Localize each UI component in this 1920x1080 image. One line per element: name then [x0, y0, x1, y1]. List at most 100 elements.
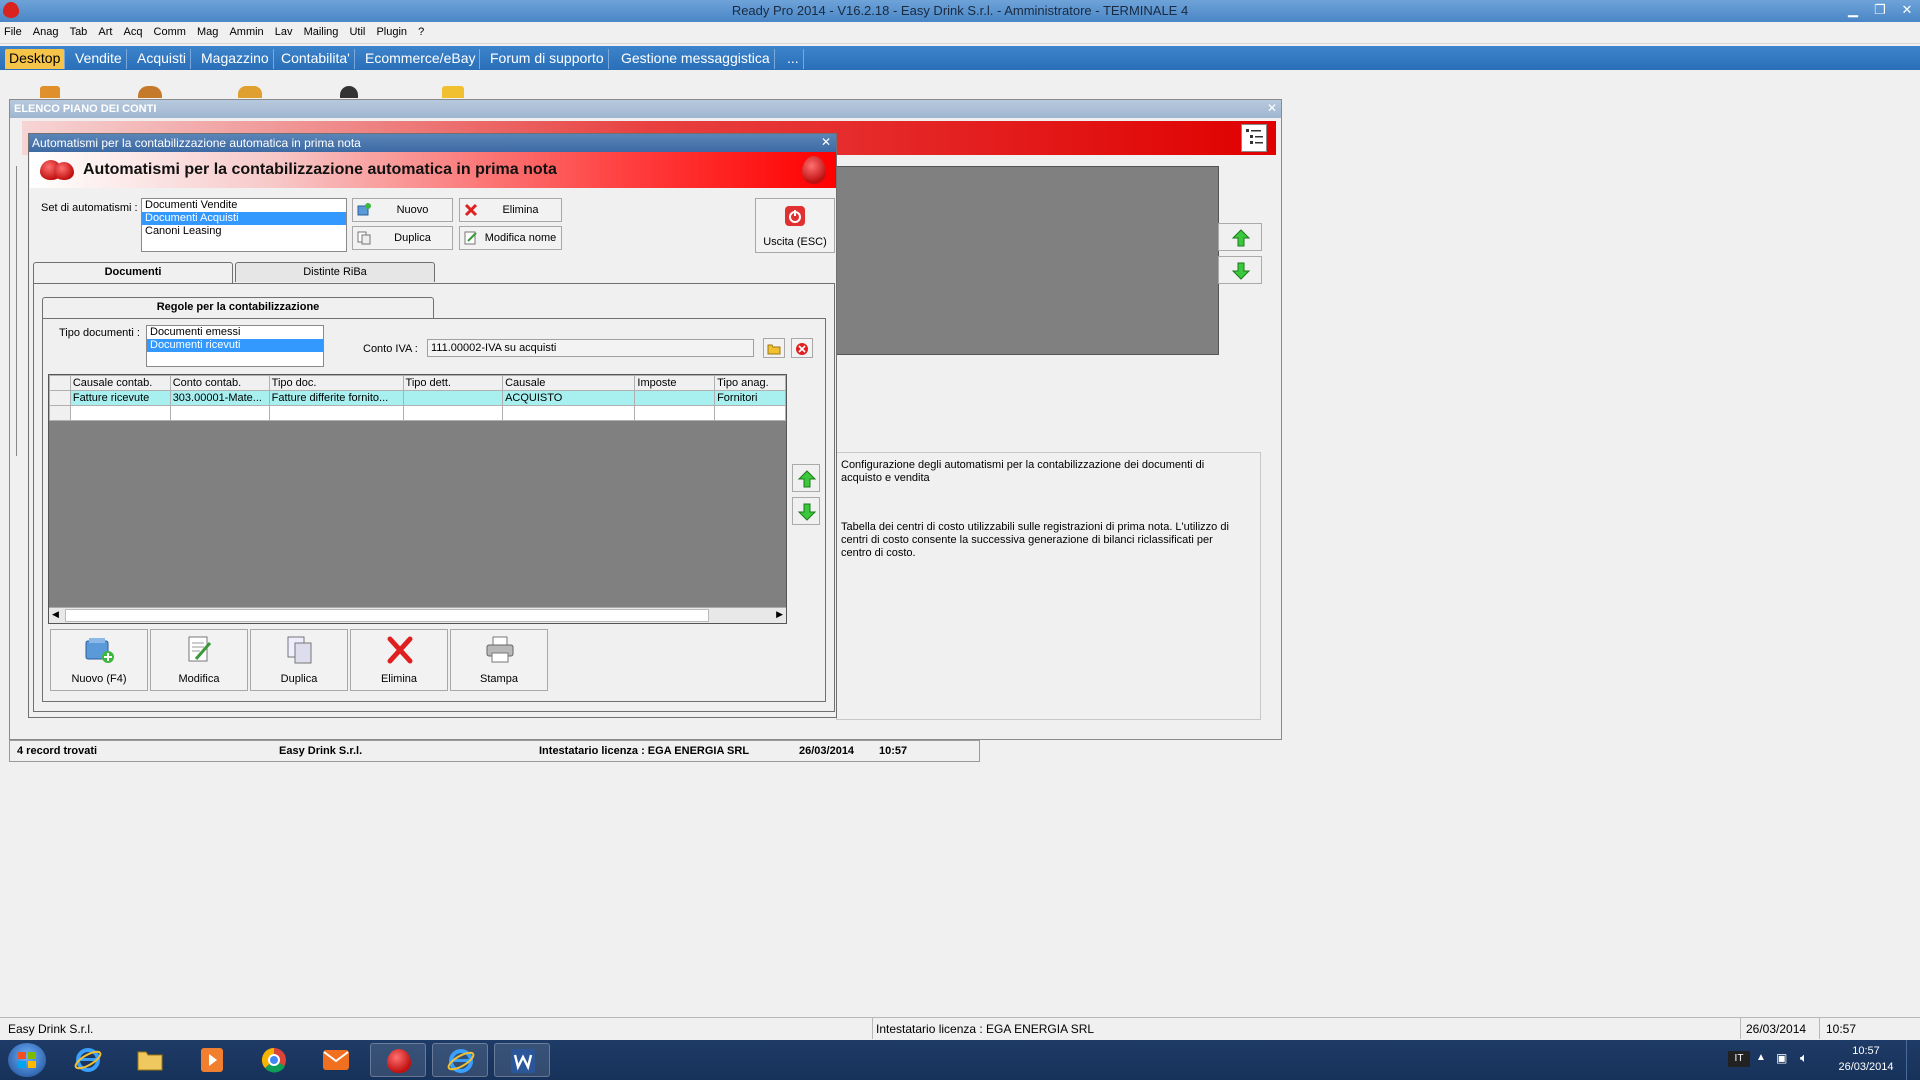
- language-indicator[interactable]: IT: [1728, 1051, 1750, 1067]
- col-tipo-dett[interactable]: Tipo dett.: [402, 375, 504, 391]
- tray-expand-icon[interactable]: ▲: [1756, 1052, 1766, 1063]
- row-selector[interactable]: [49, 390, 71, 406]
- nav-forum[interactable]: Forum di supporto: [486, 49, 609, 69]
- ready-pro-taskbar-button[interactable]: [370, 1043, 426, 1077]
- internet-explorer-taskbar-button[interactable]: [60, 1043, 116, 1077]
- bg-move-down-button[interactable]: [1218, 256, 1262, 284]
- ie-window-taskbar-button[interactable]: [432, 1043, 488, 1077]
- explorer-taskbar-button[interactable]: [122, 1043, 178, 1077]
- nav-acquisti[interactable]: Acquisti: [133, 49, 192, 69]
- volume-icon[interactable]: 🔈︎: [1800, 1050, 1808, 1066]
- table-row[interactable]: Fatture ricevute 303.00001-Mate... Fattu…: [49, 390, 786, 406]
- rule-move-down-button[interactable]: [792, 497, 820, 525]
- word-taskbar-button[interactable]: [494, 1043, 550, 1077]
- col-imposte[interactable]: Imposte: [634, 375, 716, 391]
- menu-plugin[interactable]: Plugin: [372, 24, 411, 38]
- list-item[interactable]: Documenti Vendite: [142, 199, 346, 212]
- conto-iva-field[interactable]: 111.00002-IVA su acquisti: [427, 339, 754, 357]
- mail-taskbar-button[interactable]: [308, 1043, 364, 1077]
- table-cell[interactable]: [402, 405, 504, 421]
- bg-move-up-button[interactable]: [1218, 223, 1262, 251]
- table-cell[interactable]: [634, 405, 716, 421]
- col-tipo-anag[interactable]: Tipo anag.: [714, 375, 786, 391]
- menu-comm[interactable]: Comm: [150, 24, 190, 38]
- list-item[interactable]: Documenti Acquisti: [142, 212, 346, 225]
- tab-distinte-riba[interactable]: Distinte RiBa: [235, 262, 435, 282]
- dialog-close-icon[interactable]: ✕: [821, 135, 831, 149]
- menu-util[interactable]: Util: [345, 24, 369, 38]
- nav-magazzino[interactable]: Magazzino: [197, 49, 274, 69]
- taskbar-clock-date[interactable]: 26/03/2014: [1830, 1061, 1902, 1073]
- list-item[interactable]: Documenti emessi: [147, 326, 323, 339]
- menu-lav[interactable]: Lav: [271, 24, 297, 38]
- nav-ecommerce[interactable]: Ecommerce/eBay: [361, 49, 481, 69]
- table-cell[interactable]: Fatture ricevute: [69, 390, 171, 406]
- desktop-user-icon[interactable]: [238, 86, 262, 98]
- table-cell[interactable]: Fatture differite fornito...: [268, 390, 404, 406]
- set-automatismi-list[interactable]: Documenti Vendite Documenti Acquisti Can…: [141, 198, 347, 252]
- modifica-button[interactable]: Modifica: [150, 629, 248, 691]
- duplica-set-button[interactable]: Duplica: [352, 226, 453, 250]
- table-cell[interactable]: [502, 405, 636, 421]
- duplica-button[interactable]: Duplica: [250, 629, 348, 691]
- table-cell[interactable]: ACQUISTO: [502, 390, 636, 406]
- col-causale-contab[interactable]: Causale contab.: [69, 375, 171, 391]
- menu-acq[interactable]: Acq: [120, 24, 147, 38]
- tree-view-icon[interactable]: [1241, 124, 1267, 152]
- menu-file[interactable]: File: [0, 24, 26, 38]
- nav-messaggistica[interactable]: Gestione messaggistica: [617, 49, 775, 69]
- row-selector[interactable]: [49, 405, 71, 421]
- tipo-documenti-list[interactable]: Documenti emessi Documenti ricevuti: [146, 325, 324, 367]
- desktop-folder-icon[interactable]: [40, 86, 60, 98]
- nav-vendite[interactable]: Vendite: [71, 49, 127, 69]
- menu-tab[interactable]: Tab: [66, 24, 92, 38]
- show-desktop-button[interactable]: [1906, 1040, 1920, 1080]
- rule-move-up-button[interactable]: [792, 464, 820, 492]
- horizontal-scrollbar[interactable]: ◀ ▶: [49, 607, 786, 623]
- modifica-nome-button[interactable]: Modifica nome: [459, 226, 562, 250]
- col-causale[interactable]: Causale: [502, 375, 636, 391]
- table-row-empty[interactable]: [49, 405, 786, 421]
- tab-regole[interactable]: Regole per la contabilizzazione: [42, 297, 434, 319]
- menu-anag[interactable]: Anag: [29, 24, 63, 38]
- menu-mag[interactable]: Mag: [193, 24, 222, 38]
- network-icon[interactable]: ▣: [1776, 1051, 1787, 1065]
- restore-button[interactable]: ❐: [1867, 1, 1893, 19]
- chrome-taskbar-button[interactable]: [246, 1043, 302, 1077]
- bg-close-icon[interactable]: ✕: [1267, 101, 1277, 115]
- nuovo-f4-button[interactable]: Nuovo (F4): [50, 629, 148, 691]
- close-button[interactable]: ✕: [1894, 1, 1920, 19]
- list-item[interactable]: Canoni Leasing: [142, 225, 346, 238]
- table-cell[interactable]: [69, 405, 171, 421]
- menu-ammin[interactable]: Ammin: [225, 24, 267, 38]
- menu-help[interactable]: ?: [414, 24, 428, 38]
- nav-more[interactable]: ...: [783, 49, 804, 69]
- nav-desktop[interactable]: Desktop: [5, 49, 66, 69]
- table-cell[interactable]: [714, 405, 786, 421]
- uscita-button[interactable]: Uscita (ESC): [755, 198, 835, 253]
- stampa-button[interactable]: Stampa: [450, 629, 548, 691]
- menu-mailing[interactable]: Mailing: [300, 24, 343, 38]
- conto-iva-clear-button[interactable]: [791, 338, 813, 358]
- desktop-notes-icon[interactable]: [442, 86, 464, 98]
- table-cell[interactable]: [268, 405, 404, 421]
- col-conto-contab[interactable]: Conto contab.: [169, 375, 270, 391]
- desktop-people-icon[interactable]: [138, 86, 162, 98]
- table-cell[interactable]: [634, 390, 716, 406]
- regole-grid[interactable]: Causale contab. Conto contab. Tipo doc. …: [48, 374, 787, 624]
- menu-art[interactable]: Art: [94, 24, 116, 38]
- list-item[interactable]: Documenti ricevuti: [147, 339, 323, 352]
- scroll-left-icon[interactable]: ◀: [52, 609, 59, 620]
- tab-documenti[interactable]: Documenti: [33, 262, 233, 284]
- conto-iva-search-button[interactable]: [763, 338, 785, 358]
- start-button[interactable]: [8, 1043, 46, 1077]
- scroll-right-icon[interactable]: ▶: [776, 609, 783, 620]
- minimize-button[interactable]: ▁: [1840, 1, 1866, 19]
- table-cell[interactable]: 303.00001-Mate...: [169, 390, 270, 406]
- table-cell[interactable]: Fornitori: [714, 390, 786, 406]
- desktop-agent-icon[interactable]: [340, 86, 358, 98]
- col-tipo-doc[interactable]: Tipo doc.: [268, 375, 404, 391]
- nuovo-set-button[interactable]: Nuovo: [352, 198, 453, 222]
- elimina-button[interactable]: Elimina: [350, 629, 448, 691]
- elimina-set-button[interactable]: Elimina: [459, 198, 562, 222]
